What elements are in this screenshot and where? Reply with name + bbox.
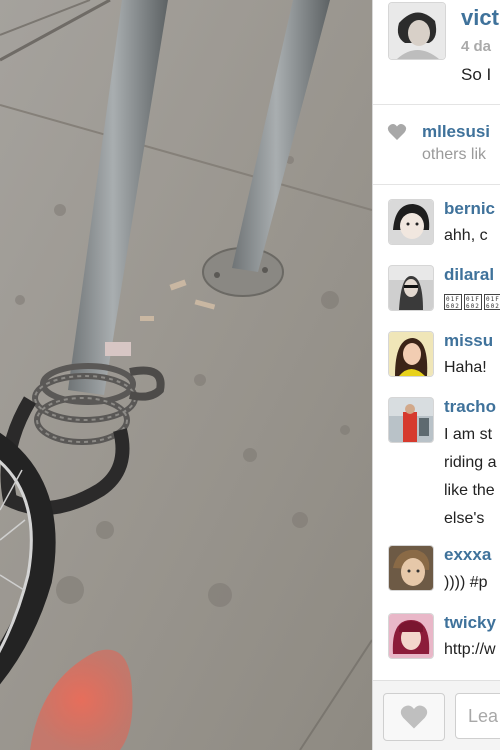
commenter-avatar[interactable]	[389, 546, 433, 590]
commenter-avatar-image	[389, 398, 433, 442]
commenter-avatar[interactable]	[389, 332, 433, 376]
comment-text: http://w	[444, 641, 496, 658]
comment-text-line: like the	[444, 482, 495, 499]
commenter-avatar-image	[389, 546, 433, 590]
comment-footer	[373, 680, 500, 750]
comment-username[interactable]: dilaral	[444, 265, 494, 285]
comment-text: ahh, c	[444, 227, 488, 244]
divider	[373, 184, 500, 185]
comment-username[interactable]: exxxa	[444, 545, 491, 565]
heart-icon	[400, 705, 428, 729]
commenter-avatar[interactable]	[389, 266, 433, 310]
post-detail-panel: vict 4 da So I mllesusi others lik berni…	[372, 0, 500, 750]
unrendered-emoji-icon: 01F602 01F602 01F602	[444, 294, 500, 310]
heart-icon	[387, 124, 407, 140]
comment-username[interactable]: twicky	[444, 613, 496, 633]
post-caption: So I	[461, 65, 492, 84]
commenter-avatar[interactable]	[389, 200, 433, 244]
commenter-avatar[interactable]	[389, 398, 433, 442]
comment-username[interactable]: bernic	[444, 199, 495, 219]
owner-avatar[interactable]	[389, 3, 445, 59]
liker-username[interactable]: mllesusi	[422, 122, 490, 142]
like-button[interactable]	[383, 693, 445, 741]
commenter-avatar-image	[389, 200, 433, 244]
divider	[373, 104, 500, 105]
comment-text-line: I am st	[444, 426, 493, 443]
likes-others-text[interactable]: others lik	[422, 146, 486, 164]
post-timestamp: 4 da	[461, 38, 492, 55]
comment-text-line: else's	[444, 510, 485, 527]
photo-scene	[0, 0, 372, 750]
comment-text: 01F 602 01F 602 01F 602	[444, 294, 500, 313]
owner-avatar-image	[389, 3, 445, 59]
comment-text: Haha!	[444, 359, 487, 376]
svg-text:01F: 01F	[466, 296, 480, 303]
commenter-avatar[interactable]	[389, 614, 433, 658]
svg-text:01F: 01F	[446, 296, 460, 303]
comment-username[interactable]: missu	[444, 331, 493, 351]
comment-text-line: riding a	[444, 454, 497, 471]
svg-text:602: 602	[486, 303, 500, 310]
svg-text:602: 602	[466, 303, 480, 310]
svg-text:602: 602	[446, 303, 460, 310]
comment-text: )))) #p	[444, 574, 488, 591]
commenter-avatar-image	[389, 266, 433, 310]
owner-username[interactable]: vict	[461, 5, 499, 31]
post-photo	[0, 0, 372, 750]
comment-username[interactable]: tracho	[444, 397, 496, 417]
svg-text:01F: 01F	[486, 296, 500, 303]
comment-input[interactable]	[455, 693, 500, 739]
commenter-avatar-image	[389, 614, 433, 658]
commenter-avatar-image	[389, 332, 433, 376]
